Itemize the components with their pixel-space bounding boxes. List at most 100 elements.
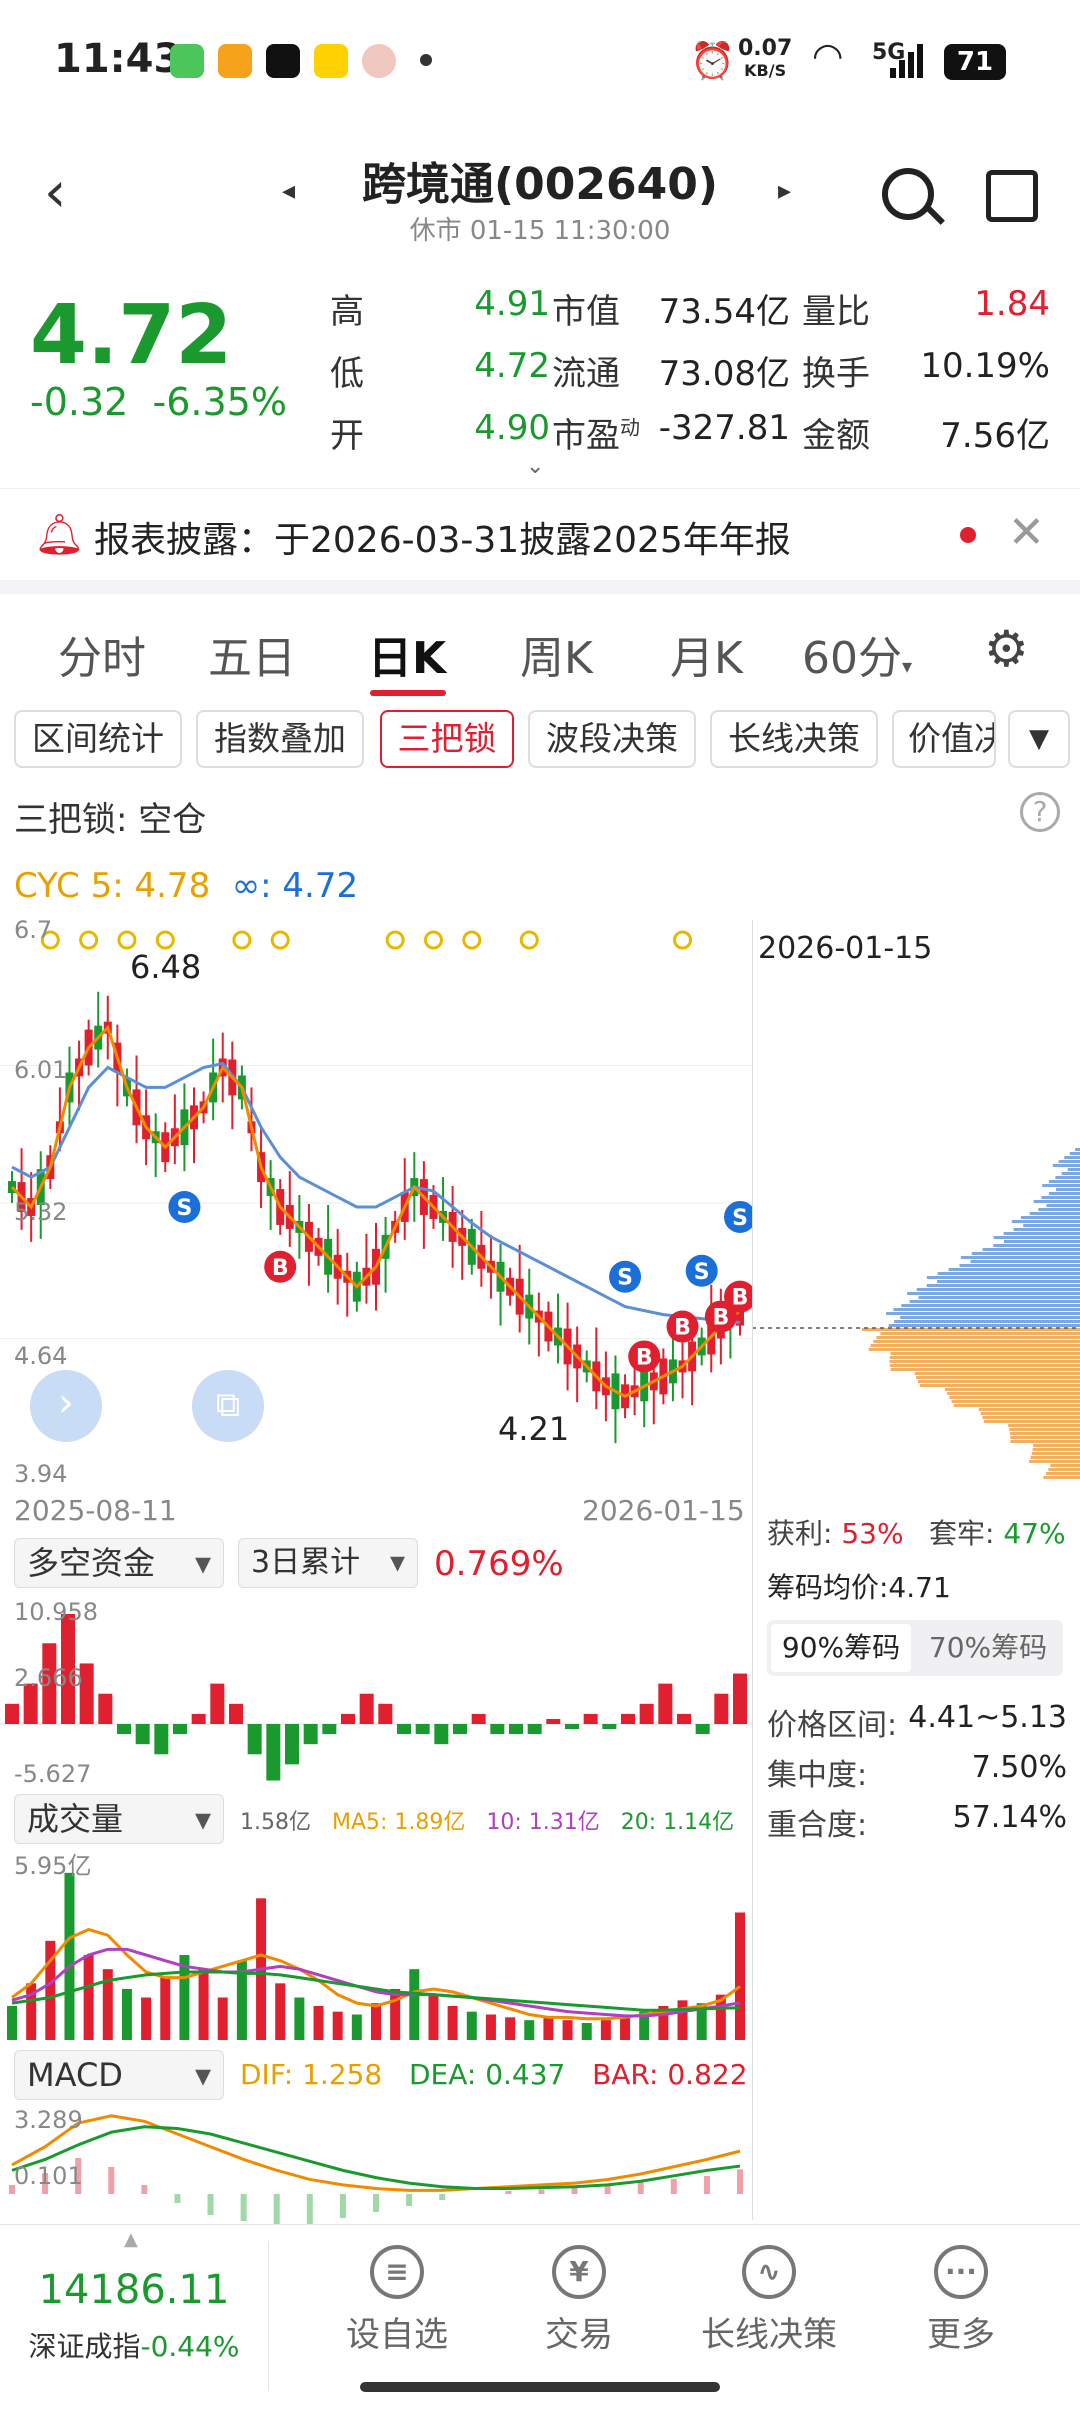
tab-intraday[interactable]: 分时 [58, 622, 146, 686]
macd-bar [207, 2194, 214, 2215]
chip-interval-stats[interactable]: 区间统计 [14, 710, 182, 768]
money-flow-bar [173, 1724, 187, 1735]
lock-icon [423, 930, 443, 950]
battery-icon: 71 [944, 44, 1006, 80]
home-indicator[interactable] [360, 2382, 720, 2392]
tab-daily-k[interactable]: 日K [368, 622, 446, 686]
y-tick-low: 3.94 [14, 1460, 67, 1488]
chip-wave-decision[interactable]: 波段决策 [528, 710, 696, 768]
nav-more[interactable]: ··· 更多 [876, 2245, 1046, 2356]
divider [0, 580, 1080, 594]
chip-three-locks[interactable]: 三把锁 [380, 710, 514, 768]
concentration-label: 集中度: [767, 1758, 868, 1793]
chip-value-decision[interactable]: 价值决 [892, 710, 996, 768]
volume-bar [447, 2006, 458, 2040]
macd-bar [373, 2194, 379, 2212]
chip-tabs: 90%筹码 70%筹码 [767, 1620, 1063, 1676]
tab-monthly-k[interactable]: 月K [670, 622, 743, 686]
help-icon[interactable]: ? [1020, 792, 1060, 832]
macd-dropdown[interactable]: MACD [14, 2050, 224, 2100]
volume-bar [313, 2006, 324, 2040]
volume-bar [7, 2006, 17, 2040]
quote-label-low: 低 [330, 354, 364, 394]
quote-value-float: 73.08亿 [658, 354, 790, 394]
next-stock-icon[interactable]: ▸ [778, 176, 791, 206]
money-flow-bar [471, 1713, 486, 1724]
status-bar: 11:43 ⏰ 0.07 KB/S ◠ 5G 71 [0, 0, 1080, 120]
nav-trade[interactable]: ¥ 交易 [494, 2245, 664, 2356]
unread-dot [960, 527, 976, 543]
y-tick-3: 5.32 [14, 1198, 67, 1226]
expand-right-icon[interactable]: › [30, 1370, 102, 1442]
x-start-date: 2025-08-11 [14, 1494, 177, 1527]
volume-bar [371, 2003, 381, 2040]
y-tick-2: 6.01 [14, 1056, 67, 1084]
overlap-value: 57.14% [952, 1800, 1067, 1835]
chip-longterm-decision[interactable]: 长线决策 [710, 710, 878, 768]
tab-70-chips[interactable]: 70%筹码 [917, 1624, 1059, 1672]
volume-bar [332, 2011, 343, 2040]
money-flow-bar [397, 1724, 411, 1735]
marker-label: B [732, 1286, 749, 1311]
money-flow-bar [733, 1673, 747, 1724]
volume-bar [581, 2023, 592, 2040]
indicator-legend: CYC 5: 4.78 ∞: 4.72 [14, 866, 358, 906]
chip-more-dropdown[interactable]: ▼ [1008, 710, 1070, 768]
mf-y-high: 10.958 [14, 1598, 98, 1626]
low-annotation: 4.21 [498, 1410, 569, 1448]
dot-icon [420, 54, 432, 66]
money-flow-bar [117, 1724, 131, 1735]
lock-icon [155, 930, 175, 950]
volume-bar [600, 2020, 611, 2040]
money-flow-value: 0.769% [434, 1544, 564, 1584]
marker-label: B [674, 1316, 691, 1341]
search-icon[interactable] [882, 168, 934, 220]
collapse-up-icon[interactable]: ▲ [124, 2229, 138, 2250]
share-icon[interactable] [986, 170, 1038, 222]
concentration-value: 7.50% [971, 1750, 1067, 1785]
volume-bar [121, 1989, 132, 2040]
expand-quote-icon[interactable]: ⌄ [526, 454, 544, 479]
money-flow-bar [98, 1693, 113, 1724]
gear-icon[interactable]: ⚙ [984, 620, 1029, 678]
mf-y-mid: 2.666 [14, 1664, 83, 1692]
close-icon[interactable]: ✕ [1008, 507, 1045, 558]
kline-chart[interactable]: BBB BBSS SS 6.7 6.01 5.32 4.64 3.94 6.48 4… [0, 918, 752, 1488]
quote-value-mktcap: 73.54亿 [658, 292, 790, 332]
tab-60min[interactable]: 60分▾ [802, 622, 912, 686]
money-flow-bar [546, 1718, 561, 1724]
rotate-screen-icon[interactable]: ⧉ [192, 1370, 264, 1442]
tab-weekly-k[interactable]: 周K [520, 622, 593, 686]
index-name-change[interactable]: 深证成指-0.44% [0, 2325, 268, 2365]
avg-cost: 筹码均价:4.71 [767, 1571, 951, 1604]
money-flow-bar [453, 1724, 467, 1735]
money-flow-bar [714, 1693, 729, 1724]
volume-bar [83, 1955, 94, 2040]
macd-bar [174, 2194, 181, 2203]
avatar-app-icon [362, 44, 396, 78]
money-flow-dropdown[interactable]: 多空资金 [14, 1538, 224, 1588]
macd-bar [571, 2188, 578, 2194]
lock-icon [673, 930, 693, 950]
nav-longterm[interactable]: ∿ 长线决策 [684, 2245, 854, 2356]
money-flow-bar [602, 1724, 617, 1730]
lock-icon [519, 930, 539, 950]
money-flow-bar [266, 1724, 281, 1781]
report-notice[interactable]: 🔔︎ 报表披露：于2026-03-31披露2025年年报 ✕ [0, 488, 1080, 578]
volume-bar [141, 1997, 152, 2040]
mf-y-low: -5.627 [14, 1760, 91, 1786]
wifi-icon: ◠ [812, 36, 844, 77]
volume-dropdown[interactable]: 成交量 [14, 1794, 224, 1844]
marker-label: S [732, 1206, 748, 1231]
tab-5day[interactable]: 五日 [208, 622, 296, 686]
tab-90-chips[interactable]: 90%筹码 [771, 1624, 911, 1672]
index-value[interactable]: 14186.11 [0, 2267, 268, 2313]
period-dropdown[interactable]: 3日累计 [238, 1538, 418, 1588]
macd-bar [439, 2194, 446, 2200]
money-flow-bar [285, 1724, 299, 1765]
bell-icon: 🔔︎ [34, 512, 85, 558]
inf-label: ∞: 4.72 [231, 866, 359, 906]
chip-index-overlay[interactable]: 指数叠加 [196, 710, 364, 768]
volume-bar [677, 2000, 688, 2040]
nav-watchlist[interactable]: ≡ 设自选 [312, 2245, 482, 2356]
